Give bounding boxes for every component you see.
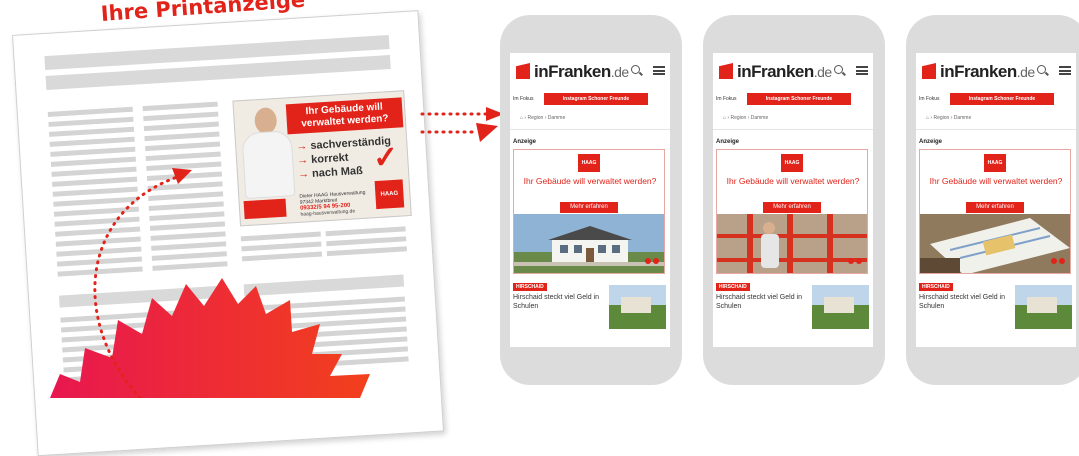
person-photo (238, 106, 296, 200)
haag-logo: HAAG (984, 154, 1006, 172)
site-header: inFranken.de (510, 53, 670, 91)
site-brand[interactable]: inFranken.de (737, 62, 832, 82)
ad-label: Anzeige (919, 139, 943, 145)
infranken-logo-icon (516, 63, 530, 79)
news-tag[interactable]: HIRSCHAID (919, 283, 953, 291)
arrow-icon: → (296, 154, 309, 167)
menu-icon[interactable] (1059, 66, 1071, 75)
site-brand[interactable]: inFranken.de (534, 62, 629, 82)
mobile-ad[interactable]: HAAG Ihr Gebäude will verwaltet werden? … (716, 149, 868, 274)
more-info-button[interactable]: Mehr erfahren (763, 202, 821, 213)
infranken-logo-icon (719, 63, 733, 79)
news-tag[interactable]: HIRSCHAID (716, 283, 750, 291)
site-header: inFranken.de (713, 53, 873, 91)
phone-screen: inFranken.de Im Fokus Instagram Schoner … (510, 53, 670, 347)
checkmark-icon: ✓ (372, 140, 400, 176)
slider-dots[interactable] (1049, 251, 1065, 269)
dotted-arrows-icon (420, 107, 504, 142)
news-thumbnail[interactable] (609, 285, 666, 329)
site-header: inFranken.de (916, 53, 1076, 91)
arrow-icon: → (295, 140, 308, 153)
search-icon[interactable] (834, 65, 843, 74)
haag-logo: HAAG (374, 179, 405, 210)
nav-item-active[interactable]: Instagram Schoner Freunde (544, 93, 648, 105)
ad-label: Anzeige (513, 139, 537, 145)
ad-headline: Ihr Gebäude will verwaltet werden? (726, 176, 860, 186)
phone-screen: inFranken.de Im Fokus Instagram Schoner … (713, 53, 873, 347)
site-brand[interactable]: inFranken.de (940, 62, 1035, 82)
mobile-ad[interactable]: HAAG Ihr Gebäude will verwaltet werden? … (919, 149, 1071, 274)
news-title[interactable]: Hirschaid steckt viel Geld in Schulen (919, 293, 1011, 311)
print-ad-headline: Ihr Gebäude will verwaltet werden? (285, 97, 404, 135)
slider-dots[interactable] (846, 251, 862, 269)
mobile-ad[interactable]: HAAG Ihr Gebäude will verwaltet werden? … (513, 149, 665, 274)
breadcrumb[interactable]: ⌂ › Region › Damme (520, 115, 565, 121)
nav-item[interactable]: Im Fokus (513, 96, 534, 102)
infranken-logo-icon (922, 63, 936, 79)
print-ad-phone: 09332/5 94 95-200 haag-hausverwaltung.de (299, 202, 356, 218)
menu-icon[interactable] (856, 66, 868, 75)
phone-mockup: inFranken.de Im Fokus Instagram Schoner … (906, 15, 1079, 385)
divider (713, 129, 873, 130)
breadcrumb[interactable]: ⌂ › Region › Damme (926, 115, 971, 121)
print-ad: Ihr Gebäude will verwaltet werden? → sac… (232, 90, 412, 227)
nav-item[interactable]: Im Fokus (919, 96, 940, 102)
divider (916, 129, 1076, 130)
nav-item-active[interactable]: Instagram Schoner Freunde (747, 93, 851, 105)
search-icon[interactable] (631, 65, 640, 74)
news-thumbnail[interactable] (1015, 285, 1072, 329)
breadcrumb[interactable]: ⌂ › Region › Damme (723, 115, 768, 121)
ad-headline: Ihr Gebäude will verwaltet werden? (523, 176, 657, 186)
haag-logo: HAAG (578, 154, 600, 172)
news-tag[interactable]: HIRSCHAID (513, 283, 547, 291)
nav-bar: Im Fokus Instagram Schoner Freunde (713, 93, 873, 105)
news-title[interactable]: Hirschaid steckt viel Geld in Schulen (513, 293, 605, 311)
haag-logo: HAAG (781, 154, 803, 172)
slider-dots[interactable] (643, 251, 659, 269)
news-title[interactable]: Hirschaid steckt viel Geld in Schulen (716, 293, 808, 311)
divider (510, 129, 670, 130)
phone-screen: inFranken.de Im Fokus Instagram Schoner … (916, 53, 1076, 347)
more-info-button[interactable]: Mehr erfahren (966, 202, 1024, 213)
print-ad-red-box (243, 198, 287, 220)
nav-bar: Im Fokus Instagram Schoner Freunde (916, 93, 1076, 105)
phone-mockup: inFranken.de Im Fokus Instagram Schoner … (500, 15, 682, 385)
ad-headline: Ihr Gebäude will verwaltet werden? (929, 176, 1063, 186)
ad-label: Anzeige (716, 139, 740, 145)
nav-item[interactable]: Im Fokus (716, 96, 737, 102)
menu-icon[interactable] (653, 66, 665, 75)
curved-arrow-icon (93, 168, 192, 398)
nav-bar: Im Fokus Instagram Schoner Freunde (510, 93, 670, 105)
news-thumbnail[interactable] (812, 285, 869, 329)
arrow-icon: → (297, 168, 310, 181)
more-info-button[interactable]: Mehr erfahren (560, 202, 618, 213)
search-icon[interactable] (1037, 65, 1046, 74)
nav-item-active[interactable]: Instagram Schoner Freunde (950, 93, 1054, 105)
phone-mockup: inFranken.de Im Fokus Instagram Schoner … (703, 15, 885, 385)
